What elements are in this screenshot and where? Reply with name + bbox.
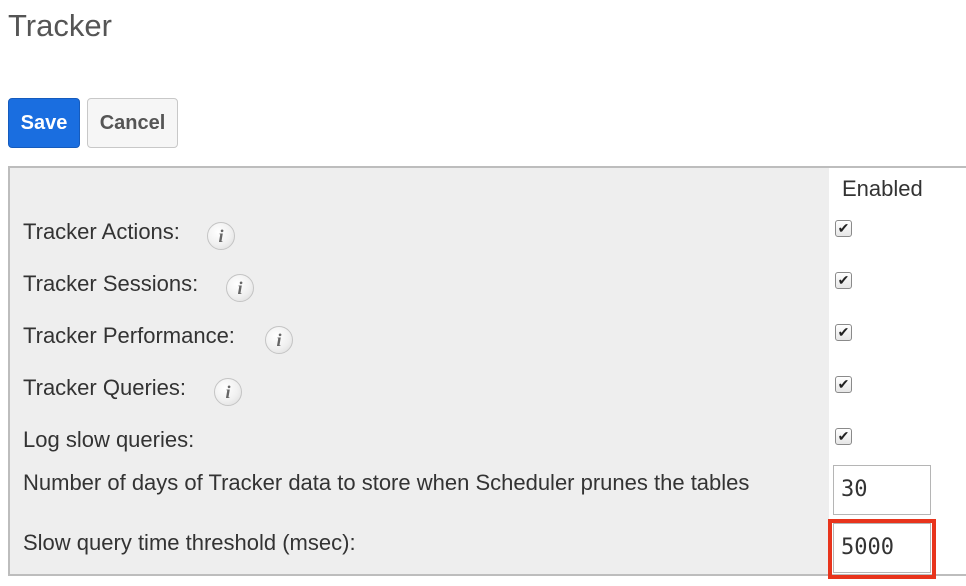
tracker-performance-label: Tracker Performance: [23,323,235,348]
info-icon[interactable]: i [207,222,235,250]
log-slow-queries-label: Log slow queries: [23,427,195,452]
info-icon[interactable]: i [265,326,293,354]
tracker-actions-checkbox[interactable]: ✔ [835,220,852,237]
highlight-box [828,519,936,579]
save-button[interactable]: Save [8,98,80,148]
log-slow-queries-checkbox[interactable]: ✔ [835,428,852,445]
checkmark-icon: ✔ [837,324,850,340]
page-title: Tracker [8,8,112,43]
checkmark-icon: ✔ [837,428,850,444]
enabled-column-header: Enabled [842,176,923,201]
tracker-queries-label: Tracker Queries: [23,375,187,400]
tracker-sessions-checkbox[interactable]: ✔ [835,272,852,289]
tracker-actions-label: Tracker Actions: [23,219,180,244]
cancel-button[interactable]: Cancel [87,98,178,148]
checkmark-icon: ✔ [837,220,850,236]
checkmark-icon: ✔ [837,376,850,392]
tracker-performance-checkbox[interactable]: ✔ [835,324,852,341]
prune-days-label: Number of days of Tracker data to store … [23,470,750,495]
info-icon[interactable]: i [214,378,242,406]
prune-days-input[interactable]: 30 [833,465,931,515]
slow-query-threshold-label: Slow query time threshold (msec): [23,530,356,555]
checkmark-icon: ✔ [837,272,850,288]
tracker-sessions-label: Tracker Sessions: [23,271,199,296]
tracker-queries-checkbox[interactable]: ✔ [835,376,852,393]
info-icon[interactable]: i [226,274,254,302]
